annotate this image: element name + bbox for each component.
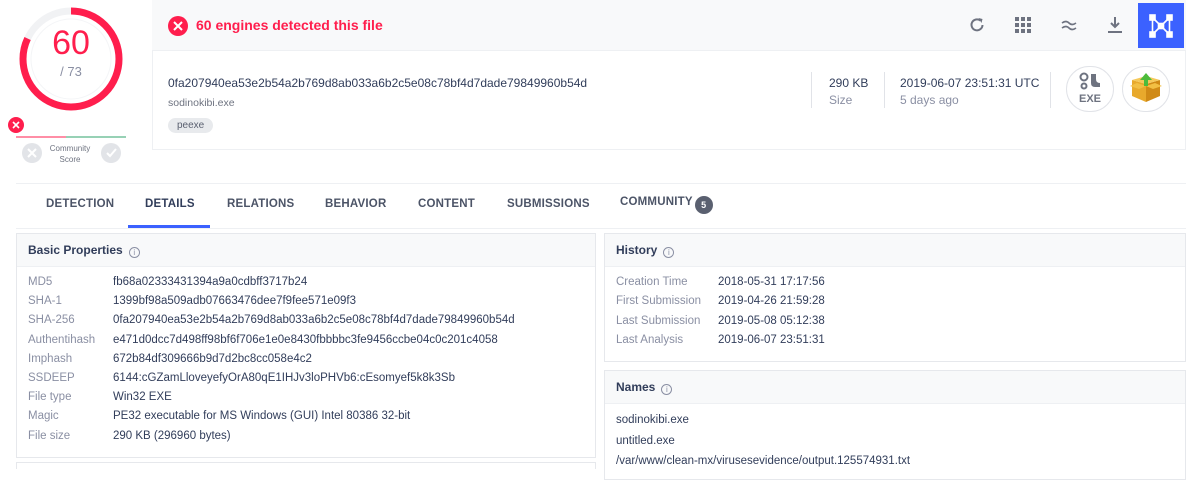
history-title-text: History bbox=[616, 243, 658, 257]
card-header: History i bbox=[605, 234, 1185, 267]
property-value[interactable]: 672b84df309666b9d7d2bc8cc058e4c2 bbox=[113, 353, 312, 365]
property-row: SSDEEP 6144:cGZamLloveyefyOrA80qE1IHJv3lo… bbox=[28, 372, 588, 388]
next-card-edge bbox=[16, 462, 596, 469]
community-score: Community Score bbox=[8, 116, 126, 172]
property-value[interactable]: e471d0dcc7d498ff98bf6f706e1e0e8430fbbbbc… bbox=[113, 334, 498, 346]
tab-relations[interactable]: RELATIONS bbox=[227, 198, 294, 210]
file-size-label: Size bbox=[829, 93, 853, 107]
upvote-icon[interactable] bbox=[101, 143, 121, 163]
property-row: File type Win32 EXE bbox=[28, 391, 588, 407]
property-row: Last Submission 2019-05-08 05:12:38 bbox=[616, 315, 1176, 331]
property-key: Authentihash bbox=[28, 333, 96, 346]
property-key: First Submission bbox=[616, 295, 701, 308]
property-value[interactable]: 2018-05-31 17:17:56 bbox=[718, 276, 825, 288]
tab-submissions[interactable]: SUBMISSIONS bbox=[507, 198, 590, 210]
file-tag[interactable]: peexe bbox=[168, 118, 214, 133]
property-key: Last Analysis bbox=[616, 333, 684, 346]
package-icon bbox=[1122, 66, 1170, 112]
file-name-item[interactable]: untitled.exe bbox=[616, 435, 675, 447]
property-value[interactable]: 0fa207940ea53e2b54a2b769d8ab033a6b2c5e08… bbox=[113, 314, 515, 326]
property-key: SHA-1 bbox=[28, 295, 62, 308]
community-count-badge: 5 bbox=[694, 196, 713, 214]
tab-content[interactable]: CONTENT bbox=[418, 198, 475, 210]
property-row: Creation Time 2018-05-31 17:17:56 bbox=[616, 276, 1176, 292]
download-icon[interactable] bbox=[1102, 12, 1128, 38]
card-header: Basic Properties i bbox=[17, 234, 595, 267]
file-size-value: 290 KB bbox=[829, 76, 869, 90]
tab-detection[interactable]: DETECTION bbox=[46, 198, 114, 210]
property-row: First Submission 2019-04-26 21:59:28 bbox=[616, 295, 1176, 311]
file-name-item[interactable]: /var/www/clean-mx/virusesevidence/output… bbox=[616, 455, 910, 467]
basic-properties-title: Basic Properties i bbox=[28, 243, 140, 258]
property-row: Magic PE32 executable for MS Windows (GUI… bbox=[28, 410, 588, 426]
property-key: Imphash bbox=[28, 352, 73, 365]
property-key: File type bbox=[28, 391, 72, 404]
property-row: SHA-256 0fa207940ea53e2b54a2b769d8ab033a6… bbox=[28, 314, 588, 330]
property-value[interactable]: 2019-06-07 23:51:31 bbox=[718, 334, 825, 346]
file-name-item[interactable]: sodinokibi.exe bbox=[616, 414, 689, 426]
property-value[interactable]: 1399bf98a509adb07663476dee7f9fee571e09f3 bbox=[113, 295, 356, 307]
refresh-icon[interactable] bbox=[964, 12, 990, 38]
exe-label: EXE bbox=[1078, 93, 1101, 105]
tab-community[interactable]: COMMUNITY 5 bbox=[620, 196, 713, 214]
file-name: sodinokibi.exe bbox=[168, 97, 235, 109]
property-key: MD5 bbox=[28, 276, 53, 288]
approx-icon[interactable] bbox=[1056, 12, 1082, 38]
names-title: Names i bbox=[616, 380, 673, 395]
detection-score-ring: 60 / 73 bbox=[14, 2, 128, 116]
property-value[interactable]: 290 KB (296960 bytes) bbox=[113, 430, 231, 442]
property-value[interactable]: 2019-05-08 05:12:38 bbox=[718, 315, 825, 327]
similar-grid-icon[interactable] bbox=[1010, 12, 1036, 38]
tab-behavior[interactable]: BEHAVIOR bbox=[325, 198, 386, 210]
alert-x-icon bbox=[168, 16, 188, 36]
property-key: SHA-256 bbox=[28, 314, 75, 327]
info-icon[interactable]: i bbox=[128, 247, 140, 258]
property-row: File size 290 KB (296960 bytes) bbox=[28, 430, 588, 446]
active-tab-indicator bbox=[128, 225, 210, 228]
property-value[interactable]: PE32 executable for MS Windows (GUI) Int… bbox=[113, 410, 410, 422]
property-key: File size bbox=[28, 429, 71, 442]
property-key: Last Submission bbox=[616, 314, 701, 327]
history-title: History i bbox=[616, 243, 675, 258]
property-row: Authentihash e471d0dcc7d498ff98bf6f706e1e… bbox=[28, 334, 588, 350]
tab-community-label: COMMUNITY bbox=[620, 196, 693, 208]
property-value[interactable]: Win32 EXE bbox=[113, 391, 172, 403]
divider bbox=[1050, 72, 1051, 108]
detection-summary: 60 engines detected this file bbox=[196, 17, 383, 33]
names-title-text: Names bbox=[616, 380, 656, 394]
basic-properties-title-text: Basic Properties bbox=[28, 243, 123, 257]
names-card: Names i sodinokibi.exe untitled.exe/var/ww… bbox=[604, 370, 1186, 480]
divider bbox=[811, 72, 812, 108]
property-row: SHA-1 1399bf98a509adb07663476dee7f9fee571… bbox=[28, 295, 588, 311]
property-value[interactable]: 2019-04-26 21:59:28 bbox=[718, 295, 825, 307]
score-total: / 73 bbox=[60, 64, 82, 79]
property-key: Magic bbox=[28, 410, 59, 423]
history-card: History i Creation Time 2018-05-31 17:17:5… bbox=[604, 233, 1186, 362]
divider bbox=[884, 72, 885, 108]
property-row: Last Analysis 2019-06-07 23:51:31 bbox=[616, 334, 1176, 350]
file-sha256[interactable]: 0fa207940ea53e2b54a2b769d8ab033a6b2c5e08… bbox=[168, 76, 587, 90]
card-header: Names i bbox=[605, 371, 1185, 404]
property-key: Creation Time bbox=[616, 276, 688, 288]
property-row: Imphash 672b84df309666b9d7d2bc8cc058e4c2 bbox=[28, 353, 588, 369]
community-label-line2: Score bbox=[59, 155, 81, 164]
score-detected: 60 bbox=[52, 24, 90, 62]
property-value[interactable]: fb68a02333431394a9a0cdbff3717b24 bbox=[113, 276, 307, 288]
graph-icon[interactable] bbox=[1138, 3, 1184, 48]
analysis-date-relative: 5 days ago bbox=[900, 93, 959, 107]
file-info-panel bbox=[152, 50, 1186, 150]
info-icon[interactable]: i bbox=[661, 384, 673, 395]
exe-file-type-icon: EXE bbox=[1066, 66, 1114, 112]
property-value[interactable]: 6144:cGZamLloveyefyOrA80qE1IHJv3loPHVb6:… bbox=[113, 372, 455, 384]
community-label-line1: Community bbox=[49, 144, 91, 153]
downvote-icon[interactable] bbox=[22, 143, 42, 163]
info-icon[interactable]: i bbox=[663, 247, 675, 258]
basic-properties-card: Basic Properties i MD5 fb68a02333431394a9a… bbox=[16, 233, 596, 458]
property-row: MD5 fb68a02333431394a9a0cdbff3717b24 bbox=[28, 276, 588, 292]
property-key: SSDEEP bbox=[28, 372, 75, 384]
analysis-date-value: 2019-06-07 23:51:31 UTC bbox=[900, 76, 1040, 90]
tab-details[interactable]: DETAILS bbox=[145, 198, 195, 210]
community-score-label: Community Score bbox=[46, 143, 94, 165]
